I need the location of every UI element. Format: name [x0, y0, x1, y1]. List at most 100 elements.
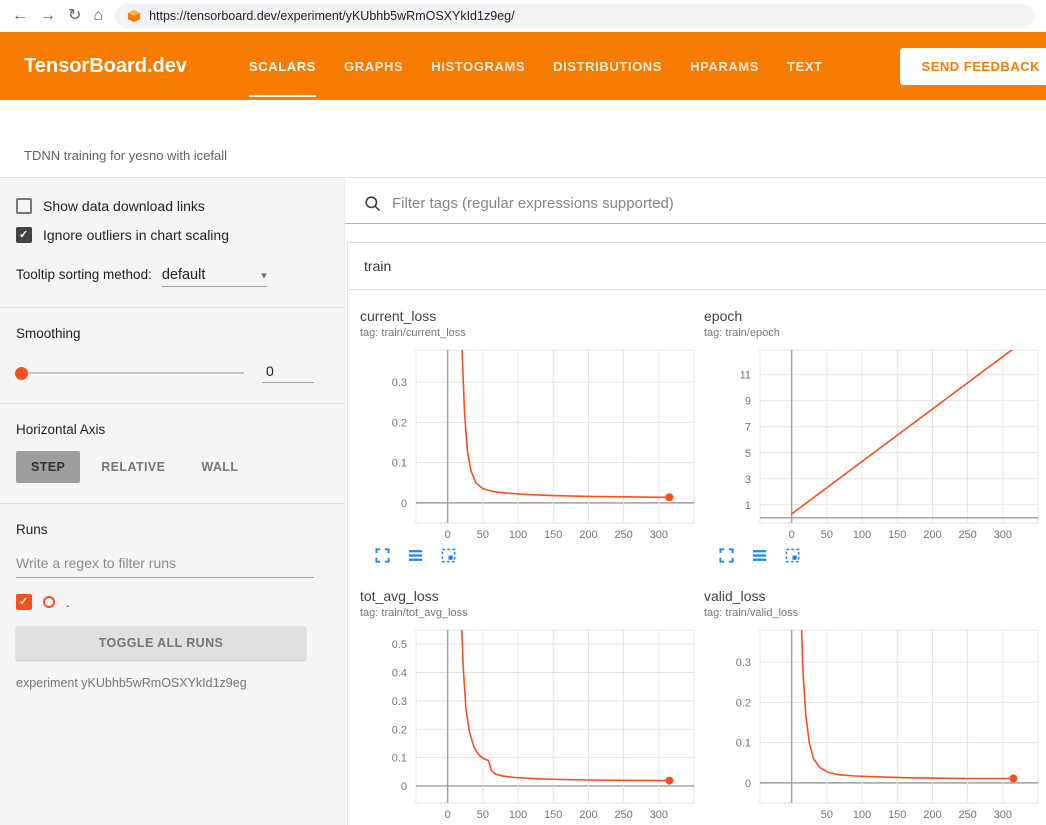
chart-card-valid_loss: valid_losstag: train/valid_loss00.10.20.… [704, 588, 1042, 825]
run-checkbox[interactable] [16, 594, 32, 610]
horizontal-axis-buttons: STEPRELATIVEWALL [16, 451, 314, 483]
fit-domain-icon[interactable] [784, 547, 801, 564]
svg-text:150: 150 [888, 529, 906, 541]
chart-card-tot_avg_loss: tot_avg_losstag: train/tot_avg_loss00.10… [360, 588, 698, 825]
chart-options-icon[interactable] [407, 547, 424, 564]
svg-text:300: 300 [650, 529, 668, 541]
svg-text:250: 250 [958, 809, 976, 821]
chart-plot[interactable]: 00.10.20.30.40.5050100150200250300 [360, 625, 698, 823]
toggle-all-runs-button[interactable]: TOGGLE ALL RUNS [16, 626, 306, 660]
svg-text:300: 300 [994, 529, 1012, 541]
fit-domain-icon[interactable] [440, 547, 457, 564]
filter-tags-input[interactable] [392, 195, 1046, 212]
svg-text:7: 7 [745, 422, 751, 434]
svg-text:100: 100 [509, 809, 527, 821]
chart-toolbar [360, 547, 698, 564]
chart-tag: tag: train/valid_loss [704, 607, 1042, 619]
send-feedback-button[interactable]: SEND FEEDBACK [900, 48, 1046, 85]
chart-toolbar [704, 547, 1042, 564]
show-download-links-checkbox[interactable] [16, 198, 32, 214]
svg-text:300: 300 [650, 809, 668, 821]
charts-grid: current_loss tag: train/current_loss 0 0.1 0… [348, 290, 1046, 825]
search-icon [363, 194, 382, 213]
address-bar[interactable]: https://tensorboard.dev/experiment/yKUbh… [115, 4, 1034, 28]
show-download-links-label: Show data download links [43, 198, 205, 214]
svg-text:100: 100 [853, 809, 871, 821]
main-content: train current_loss tag: train/current_los… [345, 178, 1046, 825]
experiment-name: experiment yKUbhb5wRmOSXYkId1z9eg [16, 676, 314, 690]
chart-plot[interactable]: 1357911050100150200250300 [704, 345, 1042, 543]
chart-tag: tag: train/current_loss [360, 327, 698, 339]
svg-text:50: 50 [477, 809, 489, 821]
sidebar: Show data download links Ignore outliers… [0, 178, 345, 825]
show-download-links-row[interactable]: Show data download links [16, 198, 314, 214]
expand-chart-icon[interactable] [718, 547, 735, 564]
tab-distributions[interactable]: DISTRIBUTIONS [539, 32, 676, 100]
main-nav: SCALARSGRAPHSHISTOGRAMSDISTRIBUTIONSHPAR… [235, 32, 837, 100]
svg-text:0.3: 0.3 [736, 657, 751, 669]
experiment-description: TDNN training for yesno with icefall [24, 148, 227, 163]
home-icon[interactable]: ⌂ [93, 8, 103, 24]
chevron-down-icon: ▾ [261, 269, 267, 282]
svg-text:0.5: 0.5 [392, 639, 407, 651]
svg-text:150: 150 [888, 809, 906, 821]
tooltip-sorting-value: default [162, 267, 206, 283]
chart-options-icon[interactable] [751, 547, 768, 564]
browser-chrome: ← → ↻ ⌂ https://tensorboard.dev/experime… [0, 0, 1046, 32]
axis-button-wall[interactable]: WALL [186, 451, 253, 483]
forward-icon[interactable]: → [40, 8, 56, 24]
tab-text[interactable]: TEXT [773, 32, 837, 100]
chart-plot[interactable]: 00.10.20.350100150200250300 [704, 625, 1042, 823]
filter-tags-row [345, 186, 1046, 224]
svg-text:11: 11 [740, 370, 751, 382]
svg-text:150: 150 [544, 809, 562, 821]
chart-card-current_loss: current_loss tag: train/current_loss 0 0.1 0… [360, 308, 698, 564]
smoothing-slider[interactable] [16, 372, 244, 374]
url-text: https://tensorboard.dev/experiment/yKUbh… [149, 9, 514, 23]
run-row[interactable]: . [16, 594, 314, 610]
svg-text:0.2: 0.2 [392, 724, 407, 736]
smoothing-slider-knob[interactable] [15, 367, 28, 380]
svg-text:0: 0 [445, 529, 451, 541]
ignore-outliers-checkbox[interactable] [16, 227, 32, 243]
axis-button-relative[interactable]: RELATIVE [86, 451, 180, 483]
svg-text:50: 50 [821, 529, 833, 541]
svg-text:250: 250 [958, 529, 976, 541]
smoothing-value[interactable]: 0 [262, 363, 314, 383]
svg-text:0: 0 [789, 529, 795, 541]
reload-icon[interactable]: ↻ [68, 8, 81, 24]
tab-hparams[interactable]: HPARAMS [676, 32, 773, 100]
svg-text:5: 5 [745, 448, 751, 460]
svg-text:50: 50 [477, 529, 489, 541]
tag-group-card: train current_loss tag: train/current_los… [347, 242, 1046, 825]
svg-text:0.3: 0.3 [392, 377, 407, 389]
svg-text:0.1: 0.1 [392, 458, 407, 470]
svg-text:150: 150 [544, 529, 562, 541]
run-color-circle-icon [43, 596, 55, 608]
tooltip-sorting-label: Tooltip sorting method: [16, 267, 152, 282]
tab-graphs[interactable]: GRAPHS [330, 32, 417, 100]
svg-text:100: 100 [509, 529, 527, 541]
tab-scalars[interactable]: SCALARS [235, 32, 330, 100]
tag-group-title[interactable]: train [348, 243, 1046, 290]
tab-histograms[interactable]: HISTOGRAMS [417, 32, 539, 100]
svg-text:250: 250 [614, 529, 632, 541]
chart-plot[interactable]: 00.10.20.3050100150200250300 [360, 345, 698, 543]
tooltip-sorting-select[interactable]: default ▾ [162, 267, 267, 287]
divider [0, 503, 344, 504]
chart-card-epoch: epochtag: train/epoch1357911050100150200… [704, 308, 1042, 564]
ignore-outliers-row[interactable]: Ignore outliers in chart scaling [16, 227, 314, 243]
svg-text:300: 300 [994, 809, 1012, 821]
chart-tag: tag: train/epoch [704, 327, 1042, 339]
app-header: TensorBoard.dev SCALARSGRAPHSHISTOGRAMSD… [0, 32, 1046, 100]
experiment-description-bar: TDNN training for yesno with icefall [0, 100, 1046, 178]
chart-tag: tag: train/tot_avg_loss [360, 607, 698, 619]
chart-title: current_loss [360, 308, 698, 324]
expand-chart-icon[interactable] [374, 547, 391, 564]
runs-filter-input[interactable] [16, 547, 314, 578]
back-icon[interactable]: ← [12, 8, 28, 24]
axis-button-step[interactable]: STEP [16, 451, 80, 483]
svg-text:0: 0 [401, 498, 407, 510]
svg-text:0.3: 0.3 [392, 696, 407, 708]
tensorboard-favicon-icon [127, 9, 141, 23]
